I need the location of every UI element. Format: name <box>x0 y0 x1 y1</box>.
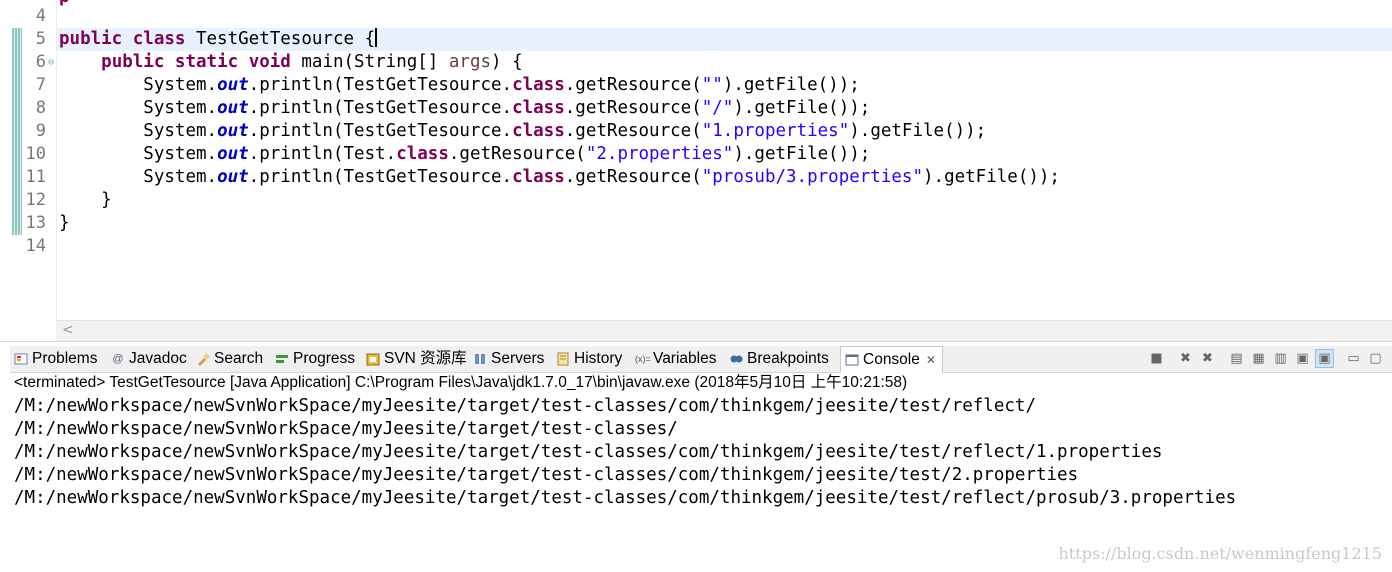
view-menu-icon[interactable]: ▢ <box>1366 349 1385 368</box>
pin-console-icon[interactable]: ▣ <box>1315 349 1334 368</box>
bottom-view-tabbar: Problems @ Javadoc Search Progress SVN 资… <box>10 346 1392 373</box>
problems-icon <box>14 352 28 366</box>
search-flashlight-icon <box>196 352 211 366</box>
breakpoints-icon <box>729 352 743 366</box>
terminate-icon[interactable]: ■ <box>1147 349 1166 368</box>
line-number: 14 <box>25 236 46 256</box>
code-line-6: public static void main(String[] args) { <box>101 52 523 72</box>
variables-icon: (x)= <box>635 354 651 364</box>
scroll-lock-icon[interactable]: ▦ <box>1249 349 1268 368</box>
code-line-3-partial: p <box>59 0 70 9</box>
remove-launch-icon[interactable]: ✖ <box>1176 349 1195 368</box>
tab-progress[interactable]: Progress <box>275 346 355 372</box>
line-number: 4 <box>35 6 46 26</box>
tab-breakpoints[interactable]: Breakpoints <box>729 346 829 372</box>
code-line-11: System.out.println(TestGetTesource.class… <box>143 167 1060 187</box>
javadoc-at-icon: @ <box>112 353 124 365</box>
tab-javadoc[interactable]: @ Javadoc <box>111 346 186 372</box>
text-caret <box>375 28 377 47</box>
code-line-13: } <box>59 213 70 233</box>
close-icon[interactable]: ✕ <box>926 347 936 373</box>
console-launch-status: <terminated> TestGetTesource [Java Appli… <box>14 374 908 391</box>
tab-console[interactable]: Console ✕ <box>840 346 943 373</box>
scroll-left-icon[interactable]: < <box>62 321 74 340</box>
word-wrap-icon[interactable]: ▥ <box>1271 349 1290 368</box>
tab-servers[interactable]: Servers <box>473 346 544 372</box>
code-line-9: System.out.println(TestGetTesource.class… <box>143 121 987 141</box>
watermark-text: https://blog.csdn.net/wenmingfeng1215 <box>1058 544 1382 563</box>
console-icon <box>845 353 859 367</box>
svn-repository-icon <box>366 352 380 366</box>
console-output-line: /M:/newWorkspace/newSvnWorkSpace/myJeesi… <box>14 419 678 439</box>
code-editor[interactable]: 4 5 6 7 8 9 10 11 12 13 14 ⊖ p public cl… <box>0 0 1392 341</box>
tab-problems[interactable]: Problems <box>14 346 97 372</box>
servers-icon <box>473 352 487 366</box>
code-line-7: System.out.println(TestGetTesource.class… <box>143 75 860 95</box>
console-output-line: /M:/newWorkspace/newSvnWorkSpace/myJeesi… <box>14 396 1036 416</box>
open-console-icon[interactable]: ▭ <box>1344 349 1363 368</box>
quick-diff-marker <box>12 28 22 235</box>
console-output-line: /M:/newWorkspace/newSvnWorkSpace/myJeesi… <box>14 488 1237 508</box>
tab-search[interactable]: Search <box>196 346 263 372</box>
console-toolbar: ■ ✖ ✖ ▤ ▦ ▥ ▣ ▣ ▭ ▢ <box>1147 349 1385 369</box>
horizontal-scrollbar[interactable]: < <box>56 320 1392 341</box>
clear-console-icon[interactable]: ▤ <box>1227 349 1246 368</box>
tab-history[interactable]: History <box>556 346 622 372</box>
code-line-5: public class TestGetTesource { <box>59 28 377 49</box>
console-output-line: /M:/newWorkspace/newSvnWorkSpace/myJeesi… <box>14 465 1079 485</box>
show-on-output-icon[interactable]: ▣ <box>1293 349 1312 368</box>
remove-all-terminated-icon[interactable]: ✖ <box>1198 349 1217 368</box>
progress-icon <box>275 352 289 366</box>
history-icon <box>556 352 570 366</box>
fold-collapse-icon[interactable]: ⊖ <box>48 51 54 74</box>
vertical-ruler <box>0 0 12 341</box>
code-line-10: System.out.println(Test.class.getResourc… <box>143 144 871 164</box>
tab-svn-repository[interactable]: SVN 资源库 <box>366 346 467 372</box>
code-line-8: System.out.println(TestGetTesource.class… <box>143 98 871 118</box>
console-output-line: /M:/newWorkspace/newSvnWorkSpace/myJeesi… <box>14 442 1163 462</box>
code-line-12: } <box>59 190 112 210</box>
tab-variables[interactable]: (x)= Variables <box>635 346 716 372</box>
